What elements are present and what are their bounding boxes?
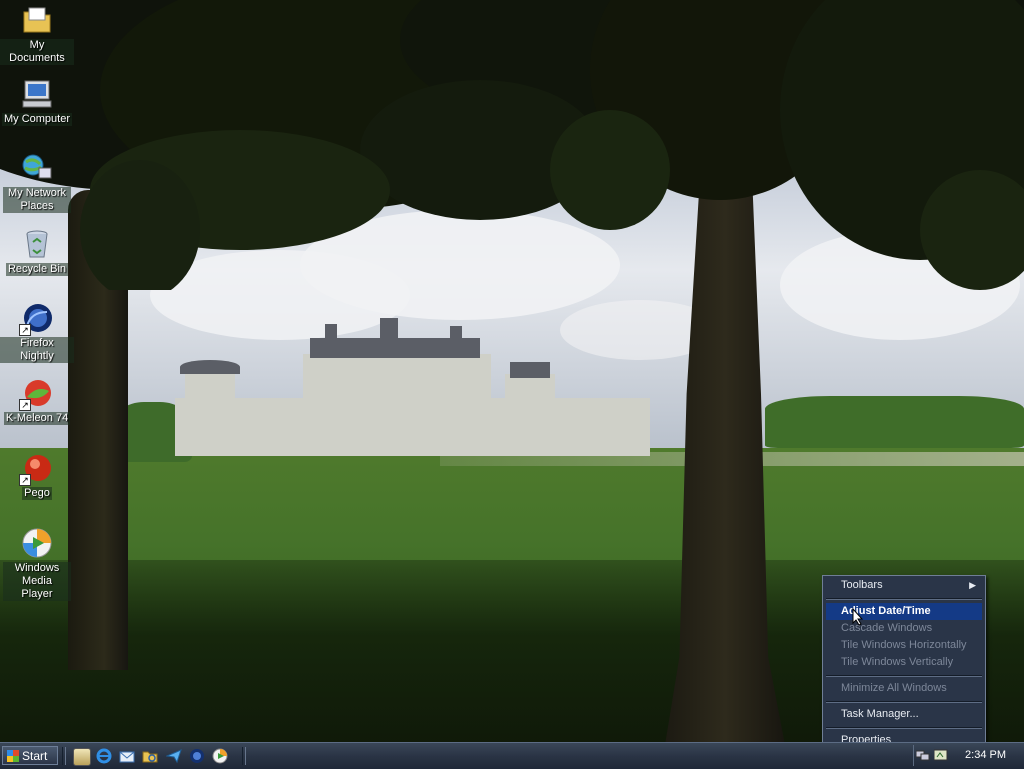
- menu-item-tile-vertically[interactable]: Tile Windows Vertically: [826, 654, 982, 671]
- desktop-icon-label: My Network Places: [3, 187, 71, 213]
- menu-separator: [826, 701, 982, 703]
- desktop-icon-label: Windows Media Player: [3, 562, 71, 601]
- desktop-icon-my-computer[interactable]: My Computer: [0, 78, 74, 126]
- show-desktop-icon[interactable]: [73, 748, 91, 766]
- shortcut-arrow-icon: ↗: [19, 324, 31, 336]
- menu-item-toolbars[interactable]: Toolbars ▶: [826, 577, 982, 594]
- menu-item-cascade-windows[interactable]: Cascade Windows: [826, 620, 982, 637]
- network-icon: [21, 152, 53, 184]
- shortcut-arrow-icon: ↗: [19, 474, 31, 486]
- desktop-icon-label: K-Meleon 74: [3, 412, 71, 425]
- recycle-bin-icon: [21, 228, 53, 260]
- mouse-cursor-icon: [852, 608, 864, 626]
- menu-item-label: Minimize All Windows: [841, 682, 947, 694]
- desktop-icon-label: My Documents: [0, 39, 74, 65]
- media-player-icon: [21, 527, 53, 559]
- desktop-icon-firefox-nightly[interactable]: ↗ Firefox Nightly: [0, 302, 74, 363]
- desktop-icon-my-network-places[interactable]: My Network Places: [0, 152, 74, 213]
- menu-item-label: Tile Windows Vertically: [841, 656, 954, 668]
- desktop-icon-label: Pego: [22, 487, 52, 500]
- taskbar-clock[interactable]: 2:34 PM: [965, 749, 1006, 761]
- volume-tray-icon[interactable]: [933, 749, 948, 761]
- start-button[interactable]: Start: [2, 746, 58, 765]
- desktop-icon-label: Recycle Bin: [5, 263, 69, 276]
- menu-separator: [826, 727, 982, 729]
- castle-image: [175, 318, 650, 456]
- menu-item-task-manager[interactable]: Task Manager...: [826, 706, 982, 723]
- desktop-icon-windows-media-player[interactable]: Windows Media Player: [0, 527, 74, 601]
- tree-canopy: [0, 0, 1024, 290]
- start-label: Start: [22, 749, 48, 763]
- taskbar: Start 2:34 PM: [0, 742, 1024, 769]
- pego-icon: ↗: [19, 452, 53, 486]
- submenu-arrow-icon: ▶: [969, 580, 976, 590]
- shortcut-arrow-icon: ↗: [19, 399, 31, 411]
- menu-item-label: Tile Windows Horizontally: [841, 639, 967, 651]
- desktop-icon-label: My Computer: [1, 113, 73, 126]
- menu-item-tile-horizontally[interactable]: Tile Windows Horizontally: [826, 637, 982, 654]
- taskbar-separator: [242, 747, 246, 765]
- kmeleon-icon: ↗: [19, 377, 53, 411]
- menu-item-label: Toolbars: [841, 579, 883, 591]
- menu-item-label: Task Manager...: [841, 708, 919, 720]
- desktop-icon-recycle-bin[interactable]: Recycle Bin: [0, 228, 74, 276]
- taskbar-context-menu: Toolbars ▶ Adjust Date/Time Cascade Wind…: [822, 575, 986, 751]
- desktop-icon-pego[interactable]: ↗ Pego: [0, 452, 74, 500]
- menu-separator: [826, 598, 982, 600]
- network-tray-icon[interactable]: [915, 749, 930, 761]
- system-tray: 2:34 PM: [913, 745, 1024, 766]
- menu-item-adjust-date-time[interactable]: Adjust Date/Time: [826, 603, 982, 620]
- desktop-icon-my-documents[interactable]: My Documents: [0, 4, 74, 65]
- computer-icon: [21, 78, 53, 110]
- internet-explorer-icon[interactable]: [96, 748, 112, 764]
- menu-separator: [826, 675, 982, 677]
- desktop-icon-k-meleon[interactable]: ↗ K-Meleon 74: [0, 377, 74, 425]
- windows-logo-icon: [7, 750, 19, 762]
- media-player-quicklaunch-icon[interactable]: [212, 748, 228, 764]
- firefox-icon[interactable]: [189, 748, 205, 764]
- desktop-icon-label: Firefox Nightly: [0, 337, 74, 363]
- outlook-express-icon[interactable]: [119, 748, 135, 764]
- send-icon[interactable]: [165, 748, 182, 764]
- firefox-nightly-icon: ↗: [19, 302, 53, 336]
- taskbar-separator: [62, 747, 66, 765]
- folder-documents-icon: [21, 4, 53, 36]
- menu-item-minimize-all[interactable]: Minimize All Windows: [826, 680, 982, 697]
- explorer-icon[interactable]: [142, 748, 158, 764]
